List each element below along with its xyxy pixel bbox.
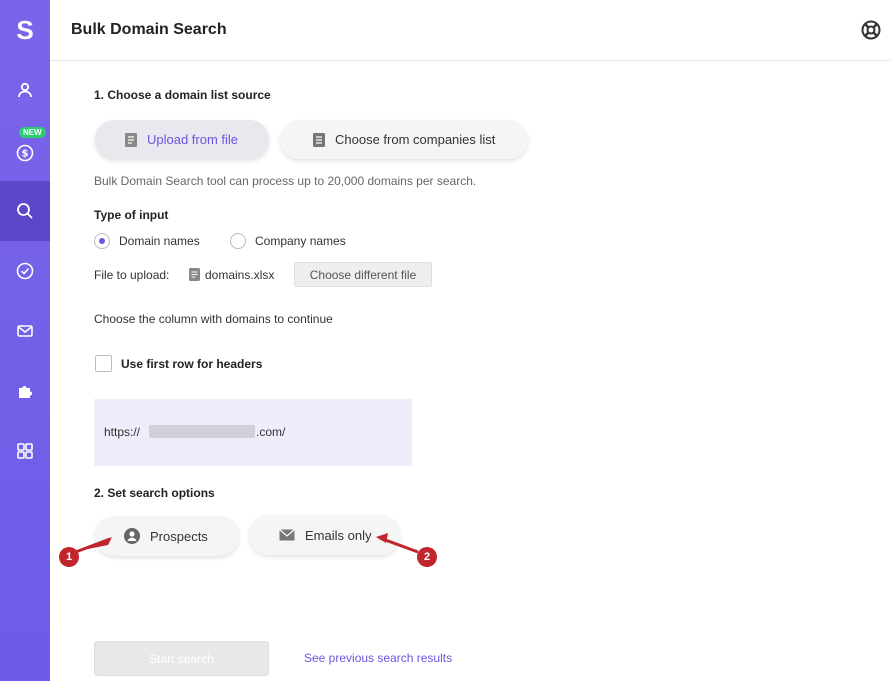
- radio-company-names-label[interactable]: Company names: [255, 234, 346, 248]
- nav-integrations[interactable]: [0, 361, 50, 421]
- puzzle-icon: [19, 386, 32, 398]
- file-icon: [189, 268, 200, 281]
- radio-domain-names-label[interactable]: Domain names: [119, 234, 200, 248]
- file-upload-label: File to upload:: [94, 268, 170, 282]
- preview-url-prefix: https://: [104, 425, 141, 439]
- step2-title: 2. Set search options: [94, 486, 215, 500]
- redacted-domain: [149, 425, 255, 438]
- nav-verify[interactable]: [0, 241, 50, 301]
- prospects-label: Prospects: [150, 528, 208, 544]
- lifebuoy-help-icon[interactable]: [861, 20, 881, 40]
- apps-grid-icon: [17, 443, 33, 459]
- nav-email[interactable]: [0, 301, 50, 361]
- user-icon: [18, 82, 32, 98]
- annotation-arrows: [72, 533, 419, 555]
- radio-company-names[interactable]: [230, 233, 246, 249]
- search-icon: [17, 203, 33, 219]
- nav-profile[interactable]: [0, 60, 50, 120]
- check-circle-icon: [16, 262, 34, 280]
- document-icon: [313, 132, 325, 147]
- limit-hint: Bulk Domain Search tool can process up t…: [94, 174, 477, 188]
- choose-companies-button[interactable]: Choose from companies list: [280, 120, 528, 159]
- start-search-button[interactable]: Start search: [94, 641, 269, 676]
- page-header: Bulk Domain Search: [50, 0, 891, 61]
- use-headers-label[interactable]: Use first row for headers: [121, 357, 262, 371]
- previous-results-link[interactable]: See previous search results: [304, 651, 452, 665]
- annotation-marker-1: 1: [59, 547, 79, 567]
- file-name: domains.xlsx: [205, 268, 275, 282]
- nav-billing[interactable]: NEW $: [0, 120, 50, 180]
- mail-icon: [17, 325, 33, 337]
- prospects-button[interactable]: Prospects: [95, 516, 239, 556]
- column-hint: Choose the column with domains to contin…: [94, 312, 333, 326]
- upload-from-file-button[interactable]: Upload from file: [95, 120, 269, 159]
- preview-url-suffix: .com/: [256, 425, 286, 439]
- choose-different-file-button[interactable]: Choose different file: [294, 262, 432, 287]
- app-logo[interactable]: S: [0, 0, 50, 60]
- person-circle-icon: [124, 528, 140, 544]
- envelope-icon: [279, 529, 295, 541]
- document-icon: [125, 132, 137, 147]
- upload-from-file-label: Upload from file: [147, 132, 239, 147]
- use-headers-checkbox[interactable]: [95, 355, 112, 372]
- emails-only-label: Emails only: [305, 527, 372, 543]
- dollar-circle-icon: $: [16, 144, 34, 162]
- domain-column-preview[interactable]: https:// .com/: [94, 399, 412, 466]
- svg-text:$: $: [22, 149, 29, 160]
- input-type-title: Type of input: [94, 208, 169, 222]
- step1-title: 1. Choose a domain list source: [94, 88, 271, 102]
- emails-only-button[interactable]: Emails only: [249, 515, 400, 555]
- radio-domain-names[interactable]: [94, 233, 110, 249]
- new-badge: NEW: [19, 127, 46, 138]
- page-title: Bulk Domain Search: [71, 21, 227, 38]
- sidebar: S NEW $: [0, 0, 50, 681]
- nav-apps[interactable]: [0, 421, 50, 481]
- annotation-marker-2: 2: [417, 547, 437, 567]
- nav-search[interactable]: [0, 181, 50, 241]
- choose-companies-label: Choose from companies list: [335, 132, 496, 147]
